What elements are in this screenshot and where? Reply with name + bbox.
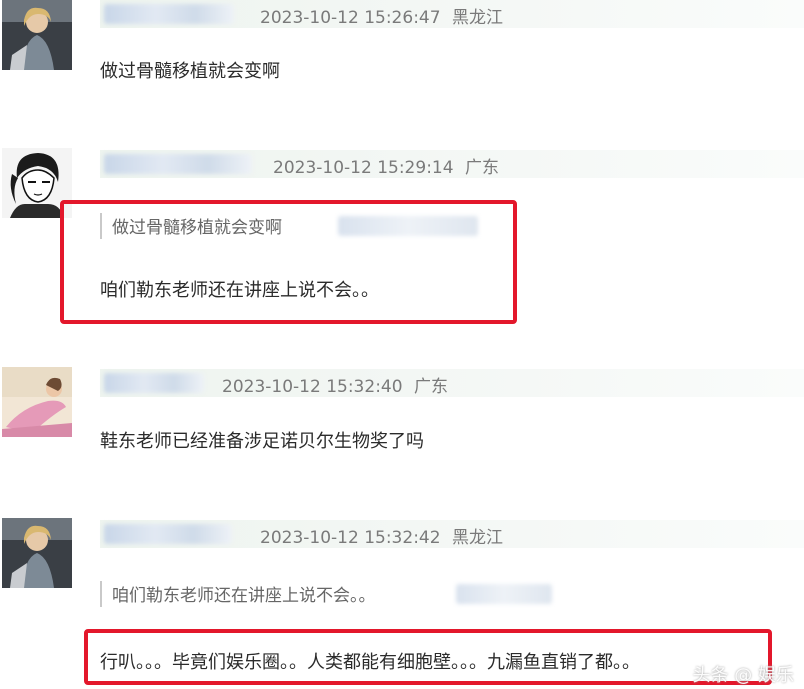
location: 广东 bbox=[413, 377, 448, 397]
username-blurred[interactable] bbox=[104, 4, 234, 24]
comment-item: 2023-10-12 15:32:40 广东 鞋东老师已经准备涉足诺贝尔生物奖了… bbox=[0, 367, 804, 477]
comment-meta-bar: 2023-10-12 15:32:42 黑龙江 bbox=[100, 520, 804, 548]
watermark: 头条 @ 娱乐 bbox=[692, 665, 794, 686]
avatar-woman-blonde-icon[interactable] bbox=[2, 0, 72, 70]
comment-meta: 2023-10-12 15:26:47 黑龙江 bbox=[260, 3, 503, 28]
location: 广东 bbox=[464, 158, 499, 178]
quote-text: 咱们勒东老师还在讲座上说不会。。 bbox=[112, 586, 376, 606]
timestamp: 2023-10-12 15:29:14 bbox=[273, 158, 454, 178]
highlight-box bbox=[60, 200, 517, 324]
comment-text: 鞋东老师已经准备涉足诺贝尔生物奖了吗 bbox=[100, 431, 424, 452]
comment-meta-bar: 2023-10-12 15:32:40 广东 bbox=[100, 369, 804, 397]
comment-meta-bar: 2023-10-12 15:26:47 黑龙江 bbox=[100, 0, 804, 28]
comment-meta: 2023-10-12 15:29:14 广东 bbox=[273, 153, 499, 178]
avatar-painting-woman-icon[interactable] bbox=[2, 367, 72, 437]
username-blurred[interactable] bbox=[104, 154, 252, 174]
location: 黑龙江 bbox=[451, 528, 503, 548]
comment-meta: 2023-10-12 15:32:40 广东 bbox=[222, 372, 448, 397]
comment-text: 做过骨髓移植就会变啊 bbox=[100, 61, 280, 82]
username-blurred[interactable] bbox=[104, 373, 204, 393]
highlight-box bbox=[84, 629, 772, 685]
location: 黑龙江 bbox=[451, 8, 503, 28]
comment-meta: 2023-10-12 15:32:42 黑龙江 bbox=[260, 523, 503, 548]
comment-item: 2023-10-12 15:26:47 黑龙江 做过骨髓移植就会变啊 bbox=[0, 0, 804, 110]
quote-username-blurred bbox=[456, 584, 552, 604]
username-blurred[interactable] bbox=[104, 524, 232, 544]
timestamp: 2023-10-12 15:32:40 bbox=[222, 377, 403, 397]
timestamp: 2023-10-12 15:32:42 bbox=[260, 528, 441, 548]
timestamp: 2023-10-12 15:26:47 bbox=[260, 8, 441, 28]
quoted-reply: 咱们勒东老师还在讲座上说不会。。 bbox=[100, 581, 570, 607]
avatar-woman-blonde-icon[interactable] bbox=[2, 518, 72, 588]
comment-meta-bar: 2023-10-12 15:29:14 广东 bbox=[100, 150, 804, 178]
